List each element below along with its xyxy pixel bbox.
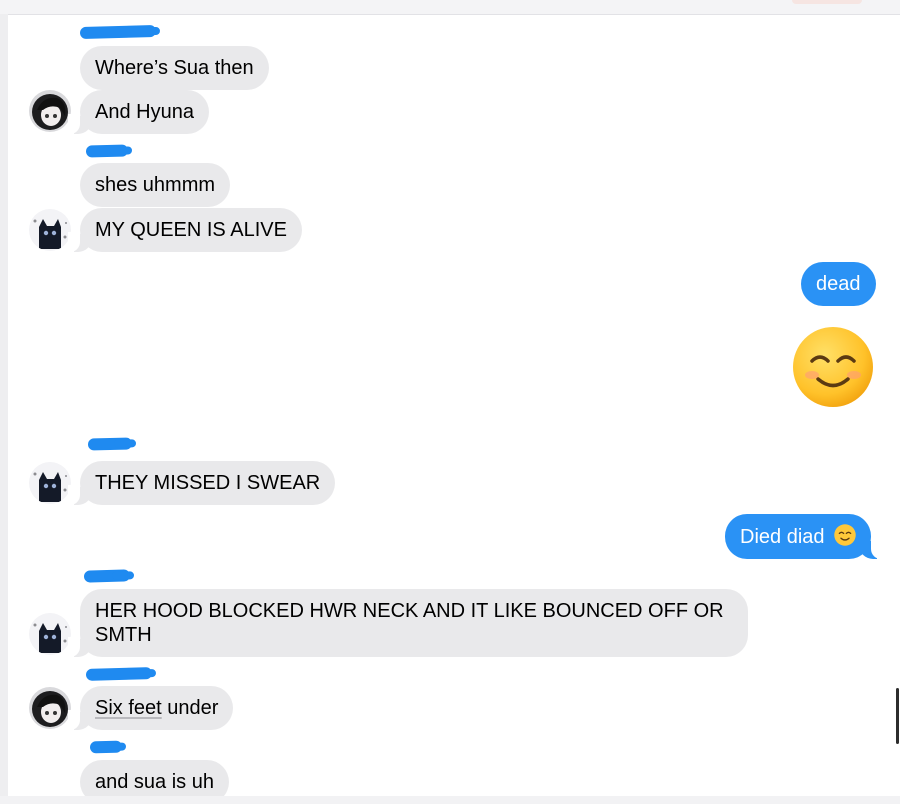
message-text-link[interactable]: Six feet [95,697,162,719]
anime-avatar[interactable] [29,90,71,132]
scroll-indicator[interactable] [896,688,899,744]
message-bubble-received[interactable]: HER HOOD BLOCKED HWR NECK AND IT LIKE BO… [68,589,748,657]
message-text: dead [816,273,861,295]
sender-name-redaction [79,25,157,39]
sender-name-redaction [83,569,131,583]
message-text: THEY MISSED I SWEAR [95,472,321,494]
left-edge [0,14,8,804]
sender-name-redaction [87,437,133,451]
message-bubble-received[interactable]: THEY MISSED I SWEAR [67,461,336,505]
sender-name-redaction [85,667,153,681]
message-text: HER HOOD BLOCKED HWR NECK AND IT LIKE BO… [95,600,724,646]
message-bubble-received[interactable]: MY QUEEN IS ALIVE [68,208,302,252]
smiling-face-emoji [834,524,856,546]
smiling-face-emoji[interactable] [792,326,874,408]
message-bubble-sent[interactable]: dead [801,262,876,306]
message-bubble-sent[interactable]: Died diad [725,514,884,559]
anime-avatar[interactable] [29,687,71,729]
cat-avatar[interactable] [29,613,71,655]
message-bubble-received[interactable]: shes uhmmm [80,163,231,207]
message-text: MY QUEEN IS ALIVE [95,219,287,241]
message-text: and sua is uh [95,771,214,793]
message-text: shes uhmmm [95,174,216,196]
message-bubble-received[interactable]: And Hyuna [68,90,209,134]
bottom-edge [0,796,900,804]
message-bubble-received[interactable]: Six feet under [67,686,234,730]
message-text: And Hyuna [95,101,194,123]
message-bubble-received[interactable]: Where’s Sua then [80,46,269,90]
top-bar-accent [792,0,862,4]
message-text: Died diad [740,526,825,548]
message-text: under [161,697,219,719]
sender-name-redaction [89,740,123,754]
sender-name-redaction [85,144,129,158]
top-bar [0,0,900,15]
cat-avatar[interactable] [29,209,71,251]
cat-avatar[interactable] [29,462,71,504]
message-text: Where’s Sua then [95,57,254,79]
